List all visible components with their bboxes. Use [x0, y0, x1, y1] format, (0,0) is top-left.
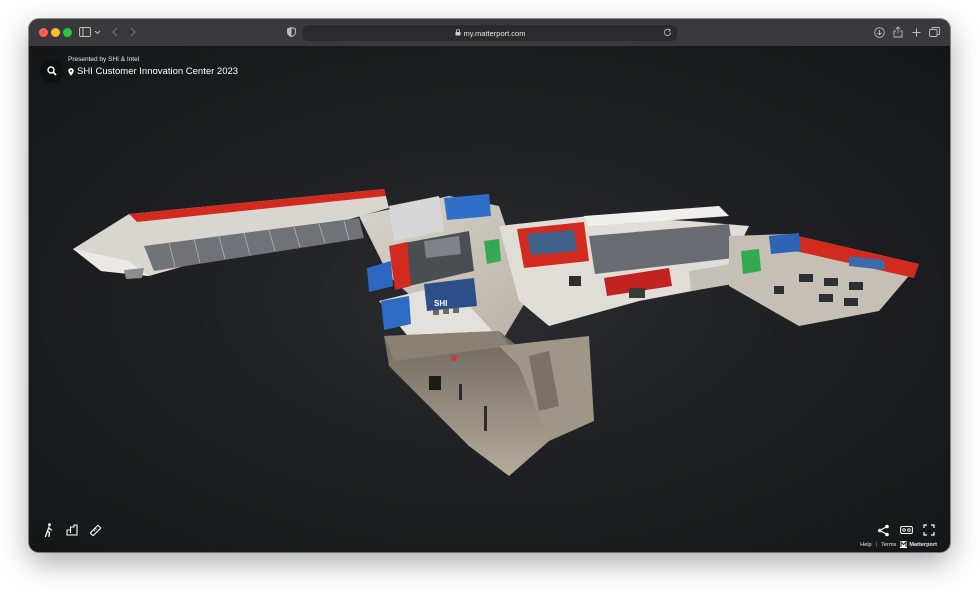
3d-viewport[interactable]: SHI Presented by SHI & Intel SHI Custome… [29, 46, 950, 552]
minimize-window-button[interactable] [51, 28, 60, 37]
walk-icon[interactable] [42, 523, 56, 537]
vr-icon[interactable] [899, 523, 913, 537]
help-link[interactable]: Help [860, 542, 872, 548]
terms-link[interactable]: Terms [881, 542, 896, 548]
space-title-text: SHI Customer Innovation Center 2023 [77, 66, 239, 77]
dollhouse-model[interactable]: SHI [29, 46, 950, 552]
presented-by: Presented by SHI & Intel [68, 56, 140, 63]
zoom-window-button[interactable] [63, 28, 72, 37]
matterport-logo-icon [900, 541, 908, 548]
shield-icon[interactable] [286, 25, 296, 39]
matterport-brand[interactable]: Matterport [900, 541, 937, 548]
search-button[interactable] [40, 59, 64, 83]
svg-text:SHI: SHI [434, 299, 447, 308]
sidebar-icon[interactable] [79, 25, 91, 39]
close-window-button[interactable] [39, 28, 48, 37]
browser-window: my.matterport.com SHI Presented by SHI &… [29, 19, 950, 552]
search-icon [47, 66, 57, 76]
download-icon[interactable] [873, 25, 885, 39]
forward-icon[interactable] [129, 25, 137, 39]
share-icon[interactable] [893, 25, 903, 39]
space-title[interactable]: SHI Customer Innovation Center 2023 [68, 66, 238, 77]
reload-icon[interactable] [663, 28, 672, 39]
url-text: my.matterport.com [463, 28, 526, 38]
footer-links: Help | Terms Matterport [860, 541, 937, 548]
back-icon[interactable] [111, 25, 119, 39]
lock-icon [455, 28, 461, 38]
brand-name: Matterport [909, 541, 937, 548]
new-tab-icon[interactable] [911, 25, 921, 39]
view-mode-tools [42, 523, 102, 537]
viewer-actions [876, 523, 936, 537]
footer-separator: | [875, 541, 878, 548]
address-bar[interactable]: my.matterport.com [303, 25, 677, 41]
chevron-down-icon[interactable] [93, 25, 101, 39]
floorplan-icon[interactable] [65, 523, 79, 537]
measure-icon[interactable] [88, 523, 102, 537]
browser-toolbar: my.matterport.com [29, 19, 950, 47]
fullscreen-icon[interactable] [922, 523, 936, 537]
tabs-overview-icon[interactable] [929, 25, 940, 39]
share-icon[interactable] [876, 523, 890, 537]
location-pin-icon [68, 67, 74, 76]
